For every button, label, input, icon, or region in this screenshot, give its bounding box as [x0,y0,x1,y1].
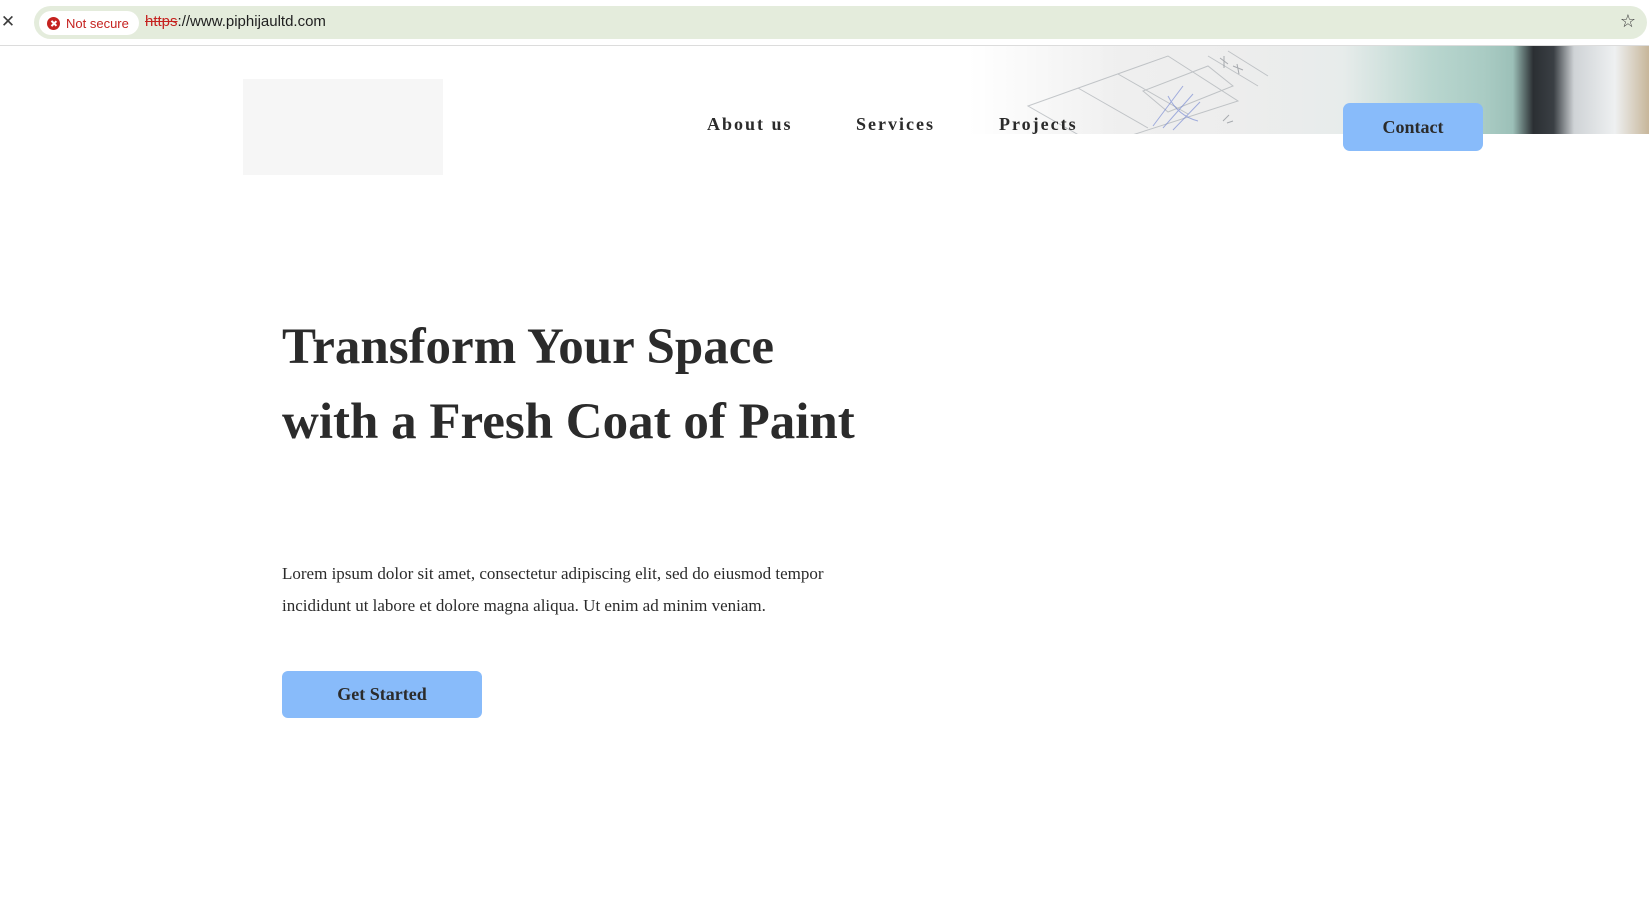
get-started-button[interactable]: Get Started [282,671,482,718]
url-host: ://www.piphijaultd.com [177,13,326,30]
browser-toolbar: ✕ Not secure https://www.piphijaultd.com… [0,0,1649,46]
not-secure-icon [47,16,60,30]
contact-button[interactable]: Contact [1343,103,1483,151]
url-scheme: https [145,13,178,30]
security-label: Not secure [66,15,129,31]
nav-about-us[interactable]: About us [707,114,793,135]
security-indicator[interactable]: Not secure [39,11,139,35]
hero-title: Transform Your Space with a Fresh Coat o… [282,319,855,450]
logo-placeholder[interactable] [243,79,443,175]
address-bar[interactable]: Not secure https://www.piphijaultd.com ☆ [34,6,1647,39]
nav-projects[interactable]: Projects [999,114,1078,135]
nav-services[interactable]: Services [856,114,935,135]
url-text[interactable]: https://www.piphijaultd.com [145,13,326,30]
close-icon[interactable]: ✕ [0,12,16,32]
page: About us Services Projects Contact Trans… [0,46,1649,918]
star-icon[interactable]: ☆ [1617,11,1639,33]
hero-description: Lorem ipsum dolor sit amet, consectetur … [282,564,824,615]
